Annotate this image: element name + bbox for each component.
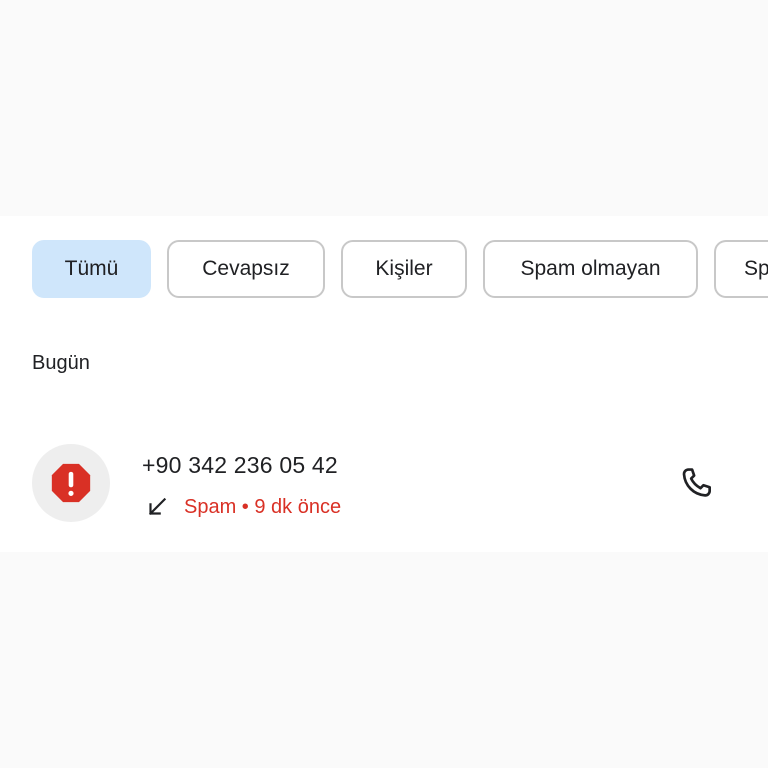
filter-chip-contacts[interactable]: Kişiler [341, 240, 467, 298]
filter-chip-label: Tümü [64, 257, 119, 280]
spam-warning-icon [51, 463, 91, 503]
filter-chip-all[interactable]: Tümü [32, 240, 151, 298]
call-back-button[interactable] [668, 460, 724, 508]
filter-chip-spam[interactable]: Sp [714, 240, 768, 298]
filter-chip-not-spam[interactable]: Spam olmayan [483, 240, 698, 298]
call-history-panel: Tümü Cevapsız Kişiler Spam olmayan Sp Bu… [0, 216, 768, 552]
phone-icon [682, 468, 712, 497]
filter-chip-label: Spam olmayan [520, 257, 661, 280]
filter-chip-label: Kişiler [375, 257, 433, 280]
incoming-call-icon [148, 497, 167, 516]
filter-chip-label: Sp [744, 257, 768, 280]
call-log-item[interactable]: +90 342 236 05 42 Spam • 9 dk önce [0, 438, 768, 528]
caller-number: +90 342 236 05 42 [142, 452, 338, 478]
filter-chip-label: Cevapsız [202, 257, 290, 280]
filter-chip-missed[interactable]: Cevapsız [167, 240, 325, 298]
call-status-text: Spam • 9 dk önce [184, 496, 342, 518]
call-history-screen: Tümü Cevapsız Kişiler Spam olmayan Sp Bu… [0, 0, 768, 768]
avatar [32, 444, 110, 522]
section-header-today: Bugün [32, 352, 90, 374]
